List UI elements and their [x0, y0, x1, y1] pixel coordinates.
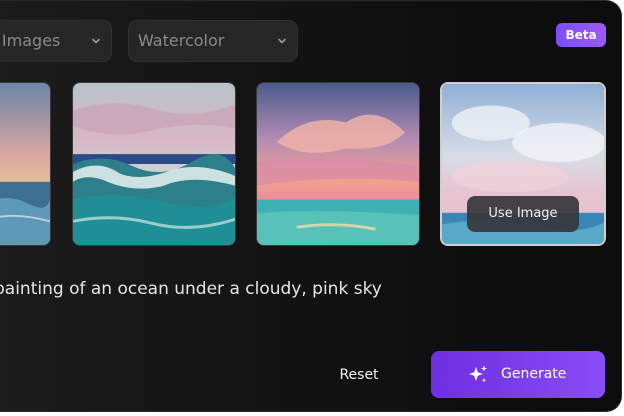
- style-select-value: Watercolor: [138, 31, 225, 50]
- watercolor-waves-image: [73, 83, 235, 245]
- generated-image-thumbnail[interactable]: [256, 82, 420, 246]
- reset-button[interactable]: Reset: [328, 361, 390, 389]
- beta-badge: Beta: [556, 23, 606, 47]
- source-select[interactable]: e Images: [0, 20, 112, 62]
- image-generator-panel: e Images Watercolor Beta: [0, 0, 622, 412]
- generate-button-label: Generate: [501, 366, 567, 382]
- generated-image-thumbnail[interactable]: [0, 82, 51, 246]
- sparkle-icon: [469, 365, 487, 383]
- style-select[interactable]: Watercolor: [128, 20, 298, 62]
- prompt-text[interactable]: painting of an ocean under a cloudy, pin…: [0, 279, 382, 299]
- chevron-down-icon: [278, 38, 286, 44]
- generate-button[interactable]: Generate: [431, 351, 605, 398]
- generated-image-thumbnail[interactable]: [72, 82, 236, 246]
- watercolor-sunset-image: [0, 83, 50, 245]
- watercolor-pink-sky-image: [257, 83, 419, 245]
- chevron-down-icon: [92, 38, 100, 44]
- source-select-value: e Images: [0, 31, 61, 50]
- use-image-button[interactable]: Use Image: [467, 196, 579, 232]
